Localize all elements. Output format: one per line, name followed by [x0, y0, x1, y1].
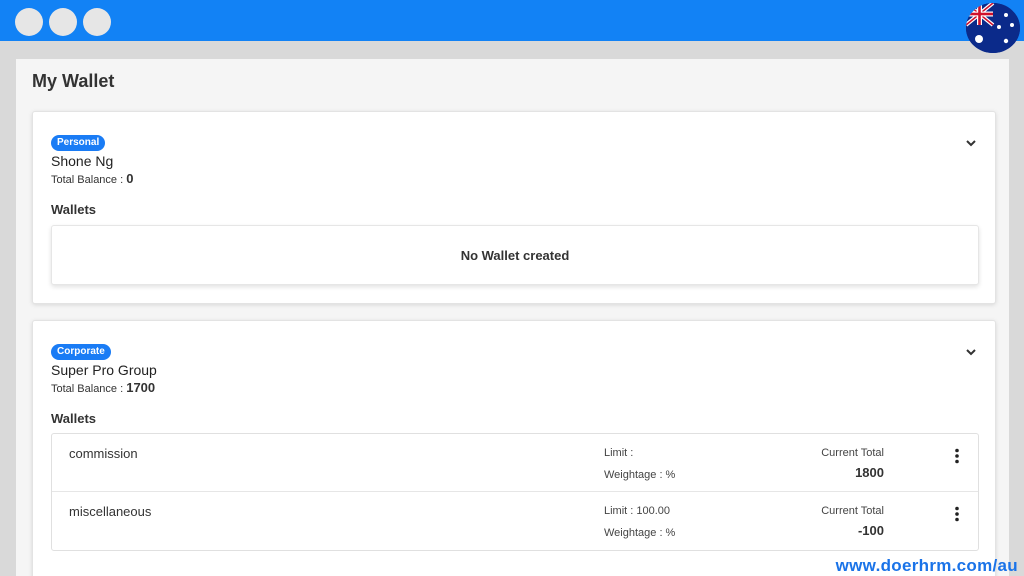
chevron-down-icon[interactable]	[965, 137, 977, 149]
watermark-url: www.doerhrm.com/au	[835, 556, 1018, 575]
current-total-value: 1800	[855, 465, 884, 480]
window-dot-icon[interactable]	[15, 8, 43, 36]
wallets-heading: Wallets	[51, 202, 97, 217]
chevron-down-icon[interactable]	[965, 346, 977, 358]
account-card-personal: Personal Shone Ng Total Balance : 0 Wall…	[32, 111, 996, 304]
total-balance: Total Balance : 0	[51, 171, 133, 186]
window-dot-icon[interactable]	[49, 8, 77, 36]
wallet-name: commission	[69, 446, 138, 461]
wallet-list: commission Limit : Weightage : % Current…	[51, 433, 979, 551]
kebab-menu-icon[interactable]	[954, 506, 960, 522]
wallet-row[interactable]: commission Limit : Weightage : % Current…	[52, 434, 978, 492]
account-card-corporate: Corporate Super Pro Group Total Balance …	[32, 320, 996, 576]
account-name: Super Pro Group	[51, 362, 157, 378]
wallets-heading: Wallets	[51, 411, 97, 426]
wallet-name: miscellaneous	[69, 504, 152, 519]
wallet-limit: Limit : 100.00	[604, 505, 671, 517]
kebab-menu-icon[interactable]	[954, 448, 960, 464]
current-total-label: Current Total	[821, 505, 884, 517]
page-title: My Wallet	[32, 71, 115, 91]
empty-wallet-message: No Wallet created	[51, 225, 979, 285]
total-balance-value: 1700	[126, 380, 156, 395]
wallet-row[interactable]: miscellaneous Limit : 100.00 Weightage :…	[52, 492, 978, 550]
total-balance-label: Total Balance :	[51, 383, 124, 395]
top-bar	[0, 0, 1024, 41]
wallet-weightage: Weightage : %	[604, 527, 676, 539]
total-balance: Total Balance : 1700	[51, 380, 155, 395]
current-total-value: -100	[857, 523, 884, 538]
wallet-limit: Limit :	[604, 447, 634, 459]
total-balance-label: Total Balance :	[51, 174, 124, 186]
window-dot-icon[interactable]	[83, 8, 111, 36]
current-total-label: Current Total	[821, 447, 884, 459]
wallet-panel: My Wallet Personal Shone Ng Total Balanc…	[16, 59, 1009, 576]
total-balance-value: 0	[126, 171, 134, 186]
wallet-weightage: Weightage : %	[604, 469, 676, 481]
account-type-badge: Personal	[51, 135, 106, 151]
account-name: Shone Ng	[51, 153, 114, 169]
australia-flag-icon[interactable]	[966, 3, 1020, 53]
account-type-badge: Corporate	[51, 344, 111, 360]
